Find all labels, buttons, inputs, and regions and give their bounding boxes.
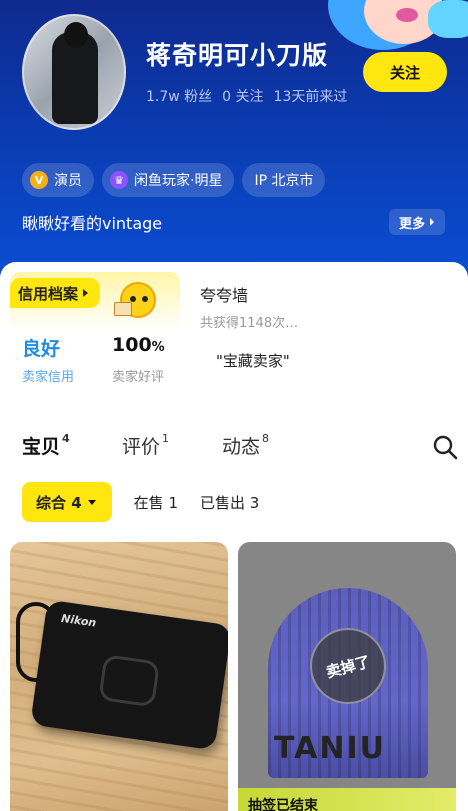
product-card[interactable]: TANIU 卖掉了 抽签已结束 bbox=[238, 542, 456, 811]
tag-label: 闲鱼玩家·明星 bbox=[134, 173, 223, 189]
tag-ip-location: IP 北京市 bbox=[242, 163, 326, 197]
credit-file-label: 信用档案 bbox=[18, 284, 79, 303]
avatar[interactable] bbox=[22, 14, 126, 130]
seller-profile-page: 蒋奇明可小刀版 1.7w 粉丝 0 关注 13天前来过 关注 V 演员 ♛ 闲鱼… bbox=[0, 0, 468, 811]
more-label: 更多 bbox=[399, 216, 426, 232]
tag-actor[interactable]: V 演员 bbox=[22, 163, 94, 197]
profile-tags: V 演员 ♛ 闲鱼玩家·明星 IP 北京市 bbox=[22, 163, 326, 197]
tab-items[interactable]: 宝贝 4 bbox=[22, 432, 70, 461]
praise-wall-title[interactable]: 夸夸墙 bbox=[200, 282, 248, 306]
lottery-ended-banner: 抽签已结束 bbox=[238, 788, 456, 811]
positive-rating: 100% bbox=[112, 334, 165, 356]
mascot-icon bbox=[114, 274, 162, 324]
search-icon[interactable] bbox=[432, 434, 458, 460]
tab-posts[interactable]: 动态 8 bbox=[222, 432, 269, 459]
filter-sold[interactable]: 已售出 3 bbox=[200, 492, 259, 513]
fans-count[interactable]: 1.7w 粉丝 bbox=[146, 86, 212, 106]
praise-quote: "宝藏卖家" bbox=[216, 352, 290, 370]
seller-credit-level: 良好 bbox=[22, 338, 61, 360]
last-seen: 13天前来过 bbox=[273, 89, 348, 105]
caret-down-icon bbox=[87, 500, 96, 505]
credit-file-button[interactable]: 信用档案 bbox=[10, 278, 101, 308]
crown-icon: ♛ bbox=[110, 171, 128, 189]
tag-xianyu-player[interactable]: ♛ 闲鱼玩家·明星 bbox=[102, 163, 235, 197]
follow-button[interactable]: 关注 bbox=[363, 52, 447, 92]
more-button[interactable]: 更多 bbox=[389, 209, 446, 235]
caret-right-icon bbox=[83, 289, 89, 297]
positive-rating-caption: 卖家好评 bbox=[112, 370, 165, 385]
camera-lens bbox=[98, 654, 161, 708]
content-tabs: 宝贝 4 评价 1 动态 8 bbox=[22, 432, 458, 466]
tag-label: 演员 bbox=[54, 173, 82, 189]
following-count[interactable]: 0 关注 bbox=[222, 86, 263, 106]
profile-header: 蒋奇明可小刀版 1.7w 粉丝 0 关注 13天前来过 关注 V 演员 ♛ 闲鱼… bbox=[0, 0, 468, 290]
profile-content: 信用档案 良好 卖家信用 100% 卖家好评 夸夸墙 共获得1148次… "宝藏… bbox=[0, 262, 468, 811]
seller-credit-caption: 卖家信用 bbox=[22, 370, 75, 385]
profile-bio: 瞅瞅好看的vintage bbox=[22, 214, 163, 233]
chevron-right-icon bbox=[430, 218, 435, 226]
tag-label: IP 北京市 bbox=[254, 173, 314, 189]
filter-on-sale[interactable]: 在售 1 bbox=[134, 492, 178, 513]
profile-stats: 1.7w 粉丝 0 关注 13天前来过 bbox=[146, 86, 347, 106]
username: 蒋奇明可小刀版 bbox=[146, 41, 329, 70]
item-filters: 综合 4 在售 1 已售出 3 bbox=[22, 482, 259, 522]
praise-wall-count: 共获得1148次… bbox=[200, 316, 299, 331]
tab-reviews[interactable]: 评价 1 bbox=[122, 432, 169, 459]
credit-file-panel[interactable]: 信用档案 bbox=[10, 272, 180, 332]
filter-all[interactable]: 综合 4 bbox=[22, 482, 112, 522]
product-image-camera: Nikon bbox=[30, 599, 228, 751]
product-card[interactable]: Nikon bbox=[10, 542, 228, 811]
camera-brand-mark: Nikon bbox=[60, 611, 98, 630]
verified-v-icon: V bbox=[30, 171, 48, 189]
